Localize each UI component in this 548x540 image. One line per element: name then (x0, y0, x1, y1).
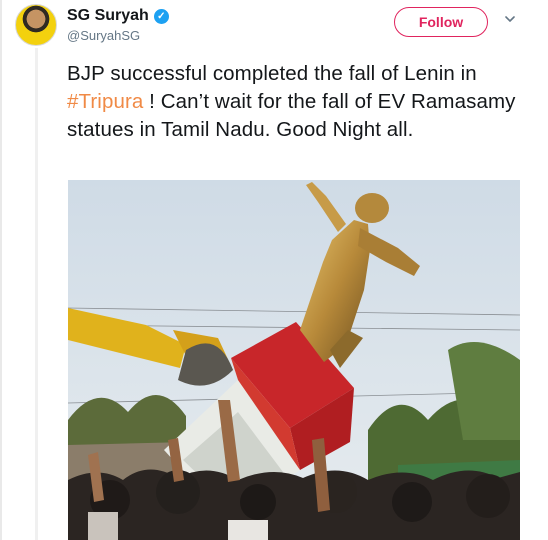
follow-button[interactable]: Follow (394, 7, 488, 37)
verified-badge-icon: ✓ (153, 8, 169, 24)
avatar[interactable] (15, 4, 57, 46)
author-display-name[interactable]: SG Suryah (67, 7, 149, 25)
statue-photo-illustration (68, 180, 520, 540)
tweet-photo[interactable] (68, 180, 520, 540)
tweet-text: BJP successful completed the fall of Len… (67, 60, 537, 144)
hashtag-link[interactable]: #Tripura (67, 90, 143, 113)
author-handle[interactable]: @SuryahSG (67, 28, 140, 43)
author-name-row: SG Suryah ✓ (67, 7, 169, 25)
thread-line (35, 48, 38, 540)
left-border (0, 0, 2, 540)
chevron-down-icon[interactable] (505, 14, 515, 24)
tweet-text-part: BJP successful completed the fall of Len… (67, 62, 477, 85)
